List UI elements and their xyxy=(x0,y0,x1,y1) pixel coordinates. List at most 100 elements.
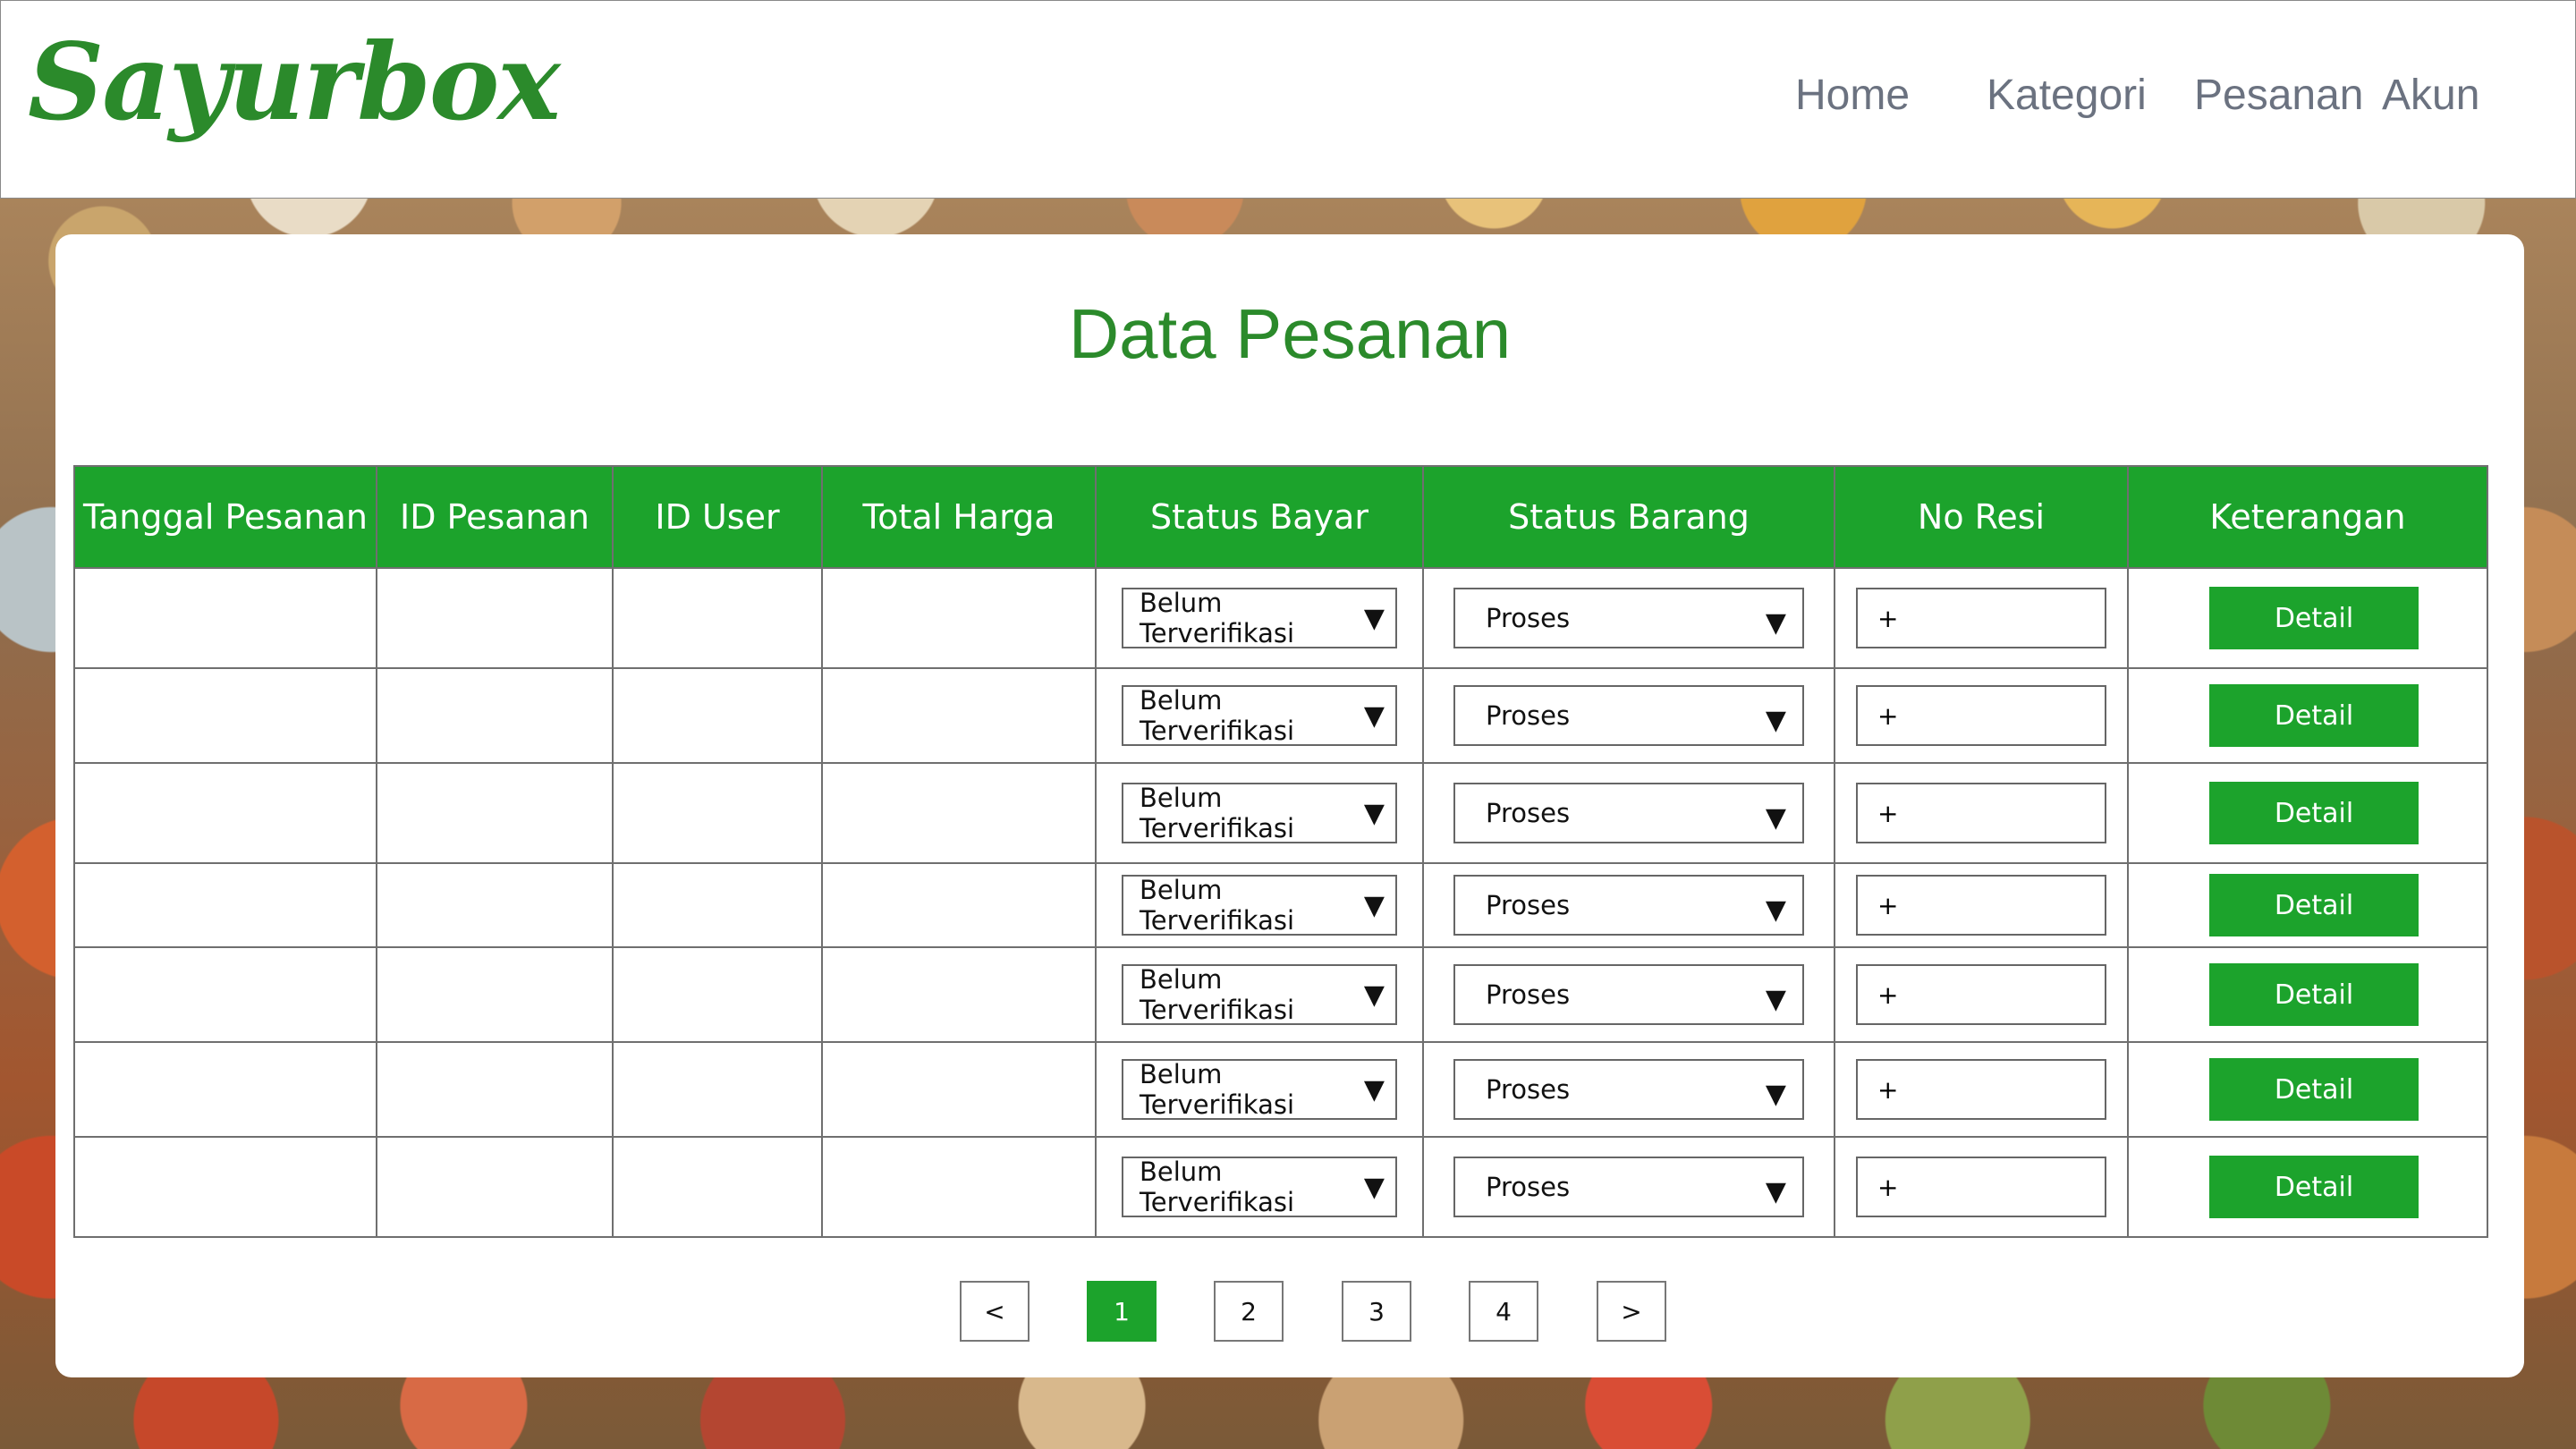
no-resi-input[interactable]: + xyxy=(1856,875,2106,936)
cell-no-resi: + xyxy=(1834,667,2129,764)
cell-id-user xyxy=(612,862,823,948)
pagination-page-4[interactable]: 4 xyxy=(1469,1281,1538,1342)
detail-button[interactable]: Detail xyxy=(2209,587,2419,649)
nav-link-pesanan[interactable]: Pesanan xyxy=(2194,74,2364,117)
page-title: Data Pesanan xyxy=(1068,294,1512,373)
cell-total-harga xyxy=(821,762,1097,864)
status-barang-value: Proses xyxy=(1486,979,1571,1010)
header-status-bayar: Status Bayar xyxy=(1095,465,1424,569)
cell-id-pesanan xyxy=(376,946,614,1043)
status-bayar-select[interactable]: Belum Terverifikasi ▼ xyxy=(1122,783,1397,843)
pagination-prev-button[interactable]: < xyxy=(960,1281,1030,1342)
header-id-pesanan: ID Pesanan xyxy=(376,465,614,569)
add-resi-icon: + xyxy=(1877,1074,1899,1105)
status-bayar-select[interactable]: Belum Terverifikasi ▼ xyxy=(1122,1157,1397,1217)
cell-total-harga xyxy=(821,1041,1097,1138)
no-resi-input[interactable]: + xyxy=(1856,964,2106,1025)
status-bayar-select[interactable]: Belum Terverifikasi ▼ xyxy=(1122,875,1397,936)
table-row: Belum Terverifikasi ▼ Proses ▼ + Detail xyxy=(73,567,2488,669)
cell-no-resi: + xyxy=(1834,567,2129,669)
status-bayar-select[interactable]: Belum Terverifikasi ▼ xyxy=(1122,685,1397,746)
status-bayar-select[interactable]: Belum Terverifikasi ▼ xyxy=(1122,588,1397,648)
pagination-next-button[interactable]: > xyxy=(1597,1281,1666,1342)
status-bayar-select[interactable]: Belum Terverifikasi ▼ xyxy=(1122,1059,1397,1120)
cell-keterangan: Detail xyxy=(2127,1041,2488,1138)
cell-tanggal-pesanan xyxy=(73,567,377,669)
table-row: Belum Terverifikasi ▼ Proses ▼ + Detail xyxy=(73,667,2488,764)
no-resi-input[interactable]: + xyxy=(1856,1059,2106,1120)
cell-id-user xyxy=(612,667,823,764)
caret-down-icon: ▼ xyxy=(1363,602,1385,634)
orders-table: Tanggal Pesanan ID Pesanan ID User Total… xyxy=(73,465,2488,1238)
detail-button[interactable]: Detail xyxy=(2209,963,2419,1026)
cell-tanggal-pesanan xyxy=(73,667,377,764)
no-resi-input[interactable]: + xyxy=(1856,685,2106,746)
cell-id-pesanan xyxy=(376,1041,614,1138)
status-barang-value: Proses xyxy=(1486,603,1571,633)
table-header-row: Tanggal Pesanan ID Pesanan ID User Total… xyxy=(73,465,2488,569)
caret-down-icon: ▼ xyxy=(1363,699,1385,732)
cell-no-resi: + xyxy=(1834,1136,2129,1238)
cell-status-barang: Proses ▼ xyxy=(1422,862,1835,948)
status-bayar-value: Belum Terverifikasi xyxy=(1140,964,1295,1025)
caret-down-icon: ▼ xyxy=(1363,797,1385,829)
caret-down-icon: ▼ xyxy=(1765,606,1786,639)
status-bayar-value: Belum Terverifikasi xyxy=(1140,1059,1295,1120)
caret-down-icon: ▼ xyxy=(1363,1073,1385,1106)
pagination-page-1[interactable]: 1 xyxy=(1087,1281,1157,1342)
status-barang-select[interactable]: Proses ▼ xyxy=(1453,783,1804,843)
cell-keterangan: Detail xyxy=(2127,667,2488,764)
cell-status-bayar: Belum Terverifikasi ▼ xyxy=(1095,946,1424,1043)
caret-down-icon: ▼ xyxy=(1765,1175,1786,1208)
cell-keterangan: Detail xyxy=(2127,946,2488,1043)
cell-total-harga xyxy=(821,862,1097,948)
nav-link-kategori[interactable]: Kategori xyxy=(1987,74,2147,117)
cell-no-resi: + xyxy=(1834,946,2129,1043)
status-barang-select[interactable]: Proses ▼ xyxy=(1453,964,1804,1025)
table-row: Belum Terverifikasi ▼ Proses ▼ + Detail xyxy=(73,862,2488,948)
caret-down-icon: ▼ xyxy=(1765,894,1786,926)
no-resi-input[interactable]: + xyxy=(1856,1157,2106,1217)
detail-button[interactable]: Detail xyxy=(2209,782,2419,844)
header-no-resi: No Resi xyxy=(1834,465,2129,569)
cell-status-barang: Proses ▼ xyxy=(1422,567,1835,669)
add-resi-icon: + xyxy=(1877,890,1899,920)
detail-button[interactable]: Detail xyxy=(2209,1058,2419,1121)
cell-tanggal-pesanan xyxy=(73,1041,377,1138)
cell-total-harga xyxy=(821,1136,1097,1238)
header-tanggal-pesanan: Tanggal Pesanan xyxy=(73,465,377,569)
brand-logo[interactable]: Sayurbox xyxy=(28,30,561,135)
cell-tanggal-pesanan xyxy=(73,762,377,864)
status-bayar-select[interactable]: Belum Terverifikasi ▼ xyxy=(1122,964,1397,1025)
cell-status-barang: Proses ▼ xyxy=(1422,667,1835,764)
add-resi-icon: + xyxy=(1877,798,1899,828)
status-barang-select[interactable]: Proses ▼ xyxy=(1453,1059,1804,1120)
no-resi-input[interactable]: + xyxy=(1856,588,2106,648)
detail-button[interactable]: Detail xyxy=(2209,684,2419,747)
detail-button[interactable]: Detail xyxy=(2209,1156,2419,1218)
cell-keterangan: Detail xyxy=(2127,862,2488,948)
caret-down-icon: ▼ xyxy=(1765,983,1786,1015)
pagination-page-2[interactable]: 2 xyxy=(1214,1281,1284,1342)
pagination-page-3[interactable]: 3 xyxy=(1342,1281,1411,1342)
table-row: Belum Terverifikasi ▼ Proses ▼ + Detail xyxy=(73,762,2488,864)
cell-id-user xyxy=(612,762,823,864)
caret-down-icon: ▼ xyxy=(1363,979,1385,1011)
detail-button[interactable]: Detail xyxy=(2209,874,2419,936)
table-row: Belum Terverifikasi ▼ Proses ▼ + Detail xyxy=(73,1136,2488,1238)
status-barang-select[interactable]: Proses ▼ xyxy=(1453,1157,1804,1217)
cell-no-resi: + xyxy=(1834,1041,2129,1138)
pagination: < 1 2 3 4 > xyxy=(55,1281,2524,1343)
cell-total-harga xyxy=(821,946,1097,1043)
status-barang-select[interactable]: Proses ▼ xyxy=(1453,685,1804,746)
cell-keterangan: Detail xyxy=(2127,1136,2488,1238)
no-resi-input[interactable]: + xyxy=(1856,783,2106,843)
status-barang-value: Proses xyxy=(1486,700,1571,731)
cell-tanggal-pesanan xyxy=(73,946,377,1043)
status-barang-select[interactable]: Proses ▼ xyxy=(1453,875,1804,936)
nav-link-home[interactable]: Home xyxy=(1795,74,1910,117)
nav-link-akun[interactable]: Akun xyxy=(2382,74,2479,117)
status-barang-select[interactable]: Proses ▼ xyxy=(1453,588,1804,648)
status-bayar-value: Belum Terverifikasi xyxy=(1140,875,1295,936)
cell-id-user xyxy=(612,1136,823,1238)
